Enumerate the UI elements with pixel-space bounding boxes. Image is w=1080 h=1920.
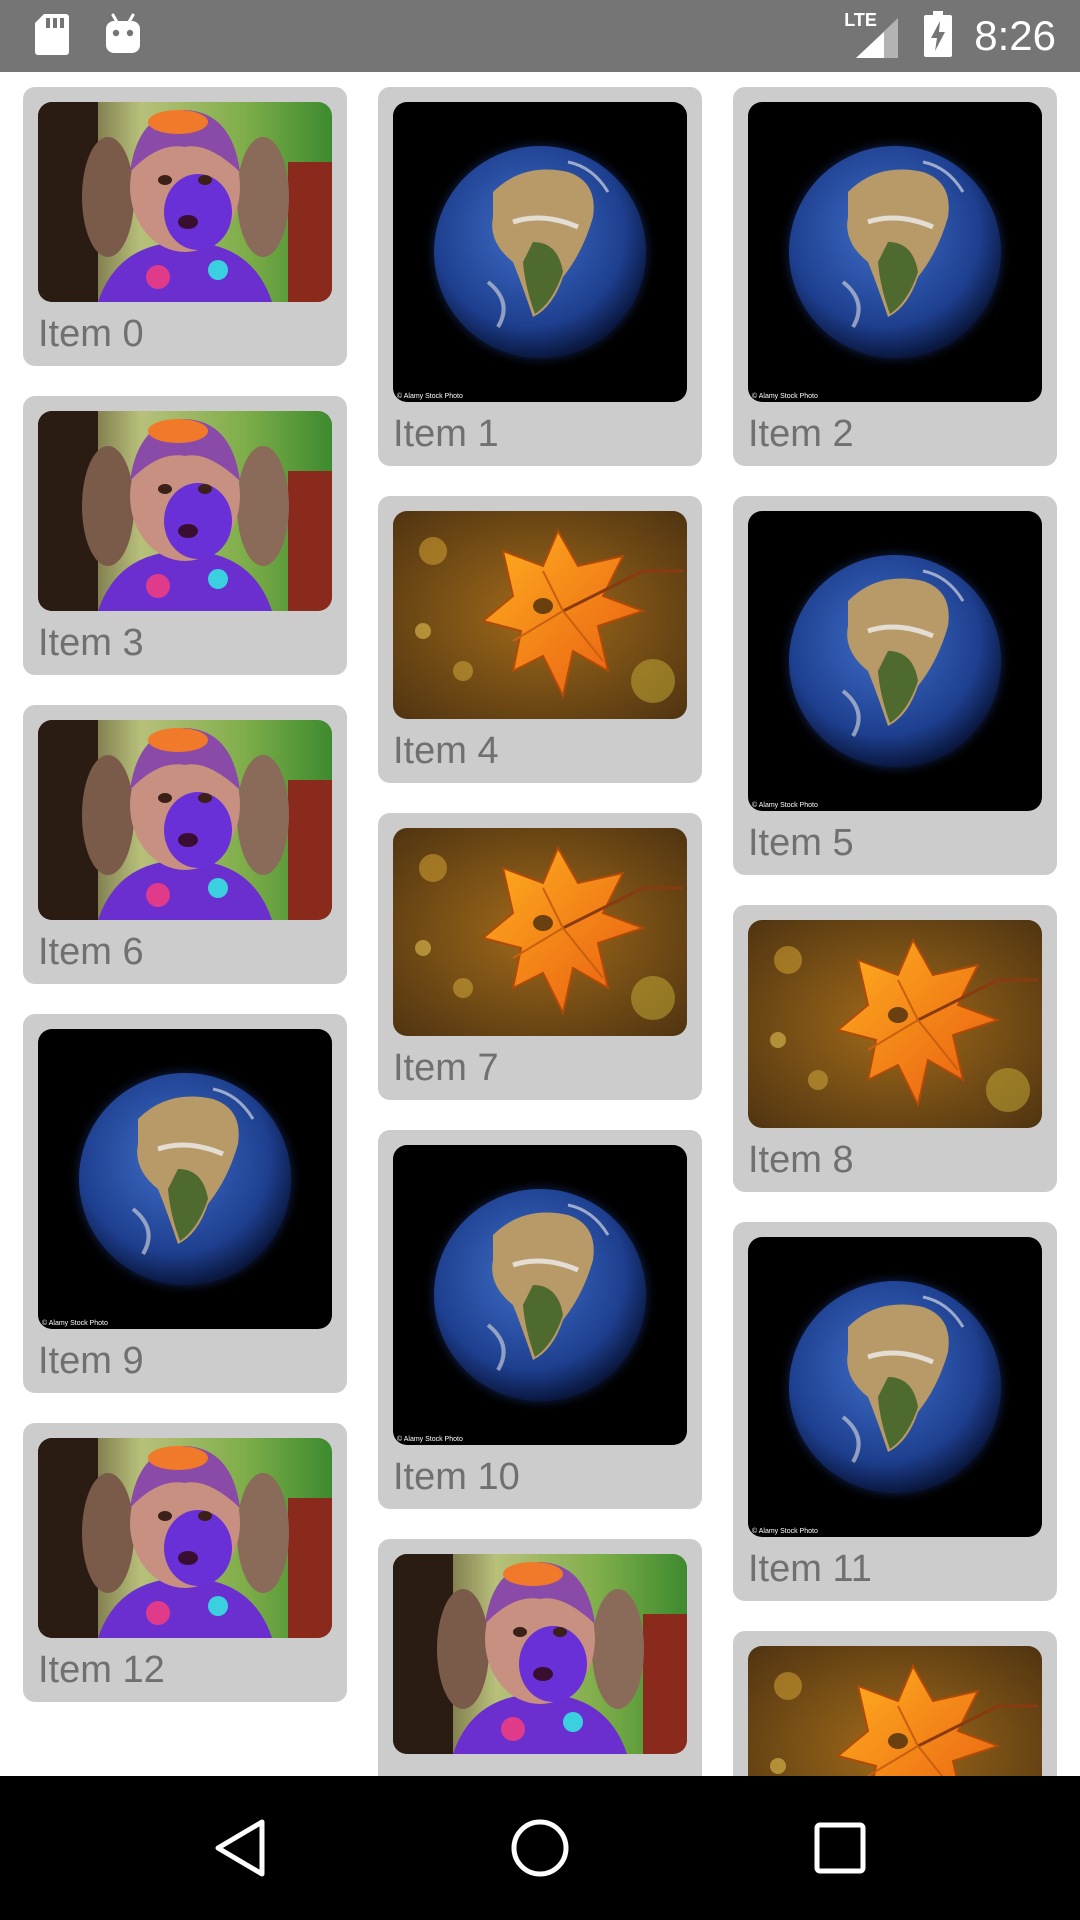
girl-photo — [38, 102, 332, 302]
earth-photo: © Alamy Stock Photo — [393, 102, 687, 402]
grid-item-card[interactable]: Item 6 — [23, 705, 347, 984]
grid-column: Item 0 Item 3 Item 6 © Alamy Stock Photo Ite… — [23, 87, 347, 1732]
staggered-grid[interactable]: Item 0 Item 3 Item 6 © Alamy Stock Photo Ite… — [0, 72, 1080, 1776]
grid-item-card[interactable] — [378, 1539, 702, 1776]
earth-photo: © Alamy Stock Photo — [748, 511, 1042, 811]
item-label — [393, 1754, 687, 1776]
girl-photo — [38, 720, 332, 920]
girl-photo — [38, 411, 332, 611]
status-clock: 8:26 — [974, 12, 1056, 59]
photo-credit: © Alamy Stock Photo — [42, 1320, 108, 1327]
android-icon — [104, 13, 142, 60]
grid-item-card[interactable]: Item 7 — [378, 813, 702, 1100]
photo-credit: © Alamy Stock Photo — [397, 1436, 463, 1443]
photo-credit: © Alamy Stock Photo — [752, 802, 818, 809]
app-screen: LTE 8:26 Item 0 Item 3 Item 6 © Alamy Stock… — [0, 0, 1080, 1920]
home-icon — [511, 1819, 569, 1877]
grid-item-card[interactable]: © Alamy Stock Photo Item 1 — [378, 87, 702, 466]
item-label: Item 11 — [748, 1548, 872, 1590]
back-button[interactable] — [180, 1776, 300, 1920]
earth-photo: © Alamy Stock Photo — [38, 1029, 332, 1329]
item-label: Item 7 — [393, 1047, 499, 1089]
item-label: Item 12 — [38, 1649, 165, 1691]
item-label: Item 6 — [38, 931, 144, 973]
recents-button[interactable] — [780, 1776, 900, 1920]
item-label: Item 0 — [38, 313, 144, 355]
item-label: Item 8 — [748, 1139, 854, 1181]
leaf-photo — [393, 828, 687, 1036]
grid-item-card[interactable]: © Alamy Stock Photo Item 11 — [733, 1222, 1057, 1601]
item-label: Item 2 — [748, 413, 854, 455]
earth-photo: © Alamy Stock Photo — [748, 1237, 1042, 1537]
leaf-photo — [748, 1646, 1042, 1776]
grid-item-card[interactable]: Item 4 — [378, 496, 702, 783]
leaf-photo — [748, 920, 1042, 1128]
signal-icon: LTE — [844, 10, 902, 60]
photo-credit: © Alamy Stock Photo — [752, 393, 818, 400]
earth-photo: © Alamy Stock Photo — [748, 102, 1042, 402]
recents-icon — [814, 1822, 866, 1874]
photo-credit: © Alamy Stock Photo — [397, 393, 463, 400]
photo-credit: © Alamy Stock Photo — [752, 1528, 818, 1535]
grid-column: © Alamy Stock Photo Item 2 © Alamy Stock P… — [733, 87, 1057, 1776]
item-label: Item 3 — [38, 622, 144, 664]
status-bar: LTE 8:26 — [0, 0, 1080, 72]
item-label: Item 1 — [393, 413, 499, 455]
grid-item-card[interactable] — [733, 1631, 1057, 1776]
grid-item-card[interactable]: © Alamy Stock Photo Item 9 — [23, 1014, 347, 1393]
grid-item-card[interactable]: © Alamy Stock Photo Item 10 — [378, 1130, 702, 1509]
navigation-bar — [0, 1776, 1080, 1920]
home-button[interactable] — [480, 1776, 600, 1920]
girl-photo — [38, 1438, 332, 1638]
system-icons: LTE 8:26 — [844, 0, 1056, 72]
item-label: Item 5 — [748, 822, 854, 864]
earth-photo: © Alamy Stock Photo — [393, 1145, 687, 1445]
leaf-photo — [393, 511, 687, 719]
item-label: Item 9 — [38, 1340, 144, 1382]
item-label: Item 10 — [393, 1456, 520, 1498]
sd-card-icon — [34, 12, 70, 61]
grid-item-card[interactable]: Item 3 — [23, 396, 347, 675]
battery-charging-icon — [924, 10, 953, 62]
notification-icons — [34, 12, 142, 61]
grid-item-card[interactable]: Item 0 — [23, 87, 347, 366]
item-label: Item 4 — [393, 730, 499, 772]
grid-item-card[interactable]: © Alamy Stock Photo Item 2 — [733, 87, 1057, 466]
grid-item-card[interactable]: © Alamy Stock Photo Item 5 — [733, 496, 1057, 875]
grid-item-card[interactable]: Item 8 — [733, 905, 1057, 1192]
back-icon — [215, 1819, 265, 1877]
girl-photo — [393, 1554, 687, 1754]
grid-column: © Alamy Stock Photo Item 1 Item 4 Item 7 © A… — [378, 87, 702, 1776]
grid-item-card[interactable]: Item 12 — [23, 1423, 347, 1702]
